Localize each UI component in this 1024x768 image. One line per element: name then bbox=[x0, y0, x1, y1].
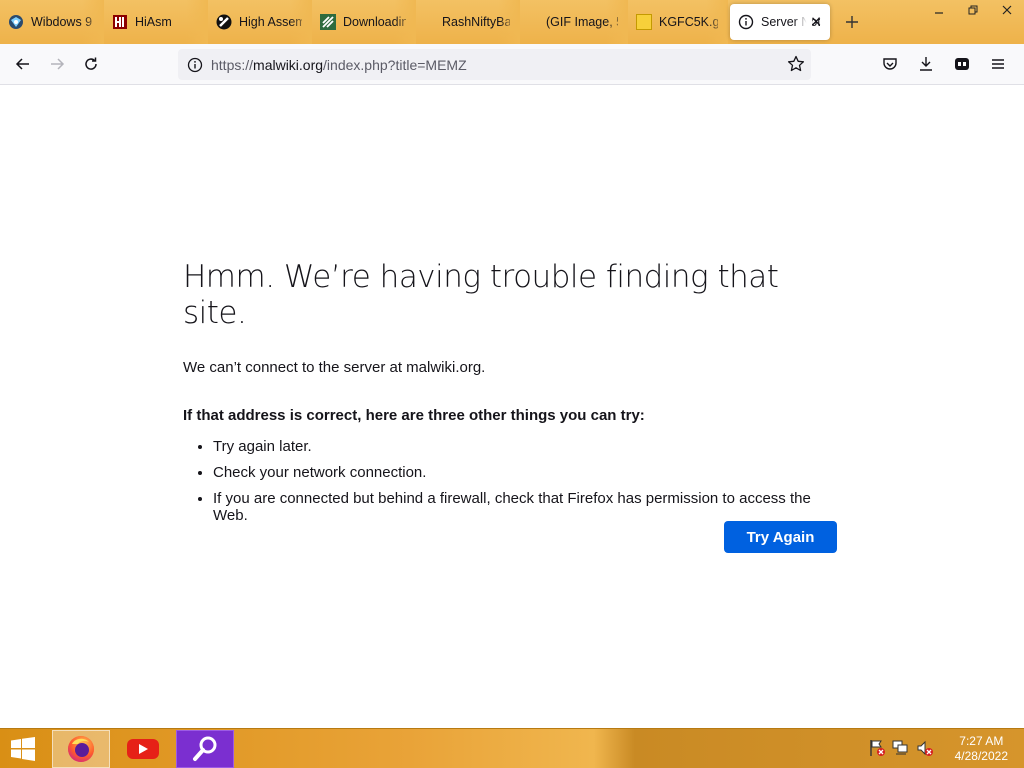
clock-date: 4/28/2022 bbox=[954, 749, 1008, 763]
suggestion-item: If you are connected but behind a firewa… bbox=[213, 490, 843, 524]
system-tray bbox=[868, 739, 934, 757]
forward-arrow-icon bbox=[51, 58, 65, 70]
firefox-icon bbox=[68, 736, 94, 762]
close-window-button[interactable] bbox=[990, 0, 1024, 20]
close-tab-icon[interactable]: ✕ bbox=[810, 14, 822, 31]
magnifier-icon bbox=[193, 736, 217, 761]
hamburger-menu-icon bbox=[992, 59, 1004, 69]
reload-icon bbox=[85, 57, 97, 70]
taskbar-youtube[interactable] bbox=[114, 730, 172, 768]
tab-label: KGFC5K.gif bbox=[659, 15, 718, 29]
forward-button[interactable] bbox=[40, 48, 74, 80]
info-icon bbox=[738, 14, 754, 30]
clock-time: 7:27 AM bbox=[959, 734, 1004, 748]
error-title: Hmm. We’re having trouble finding that s… bbox=[183, 259, 779, 331]
tab-strip: Wibdows 9 HiAsm High Assembly Downloadin… bbox=[0, 0, 1024, 44]
start-button[interactable] bbox=[6, 735, 40, 763]
network-icon[interactable] bbox=[892, 739, 910, 757]
pocket-icon bbox=[883, 58, 897, 70]
url-prefix: https:// bbox=[211, 56, 254, 73]
suggestion-item: Try again later. bbox=[213, 438, 843, 455]
wibdows-favicon bbox=[8, 14, 24, 30]
volume-muted-icon[interactable] bbox=[916, 739, 934, 757]
gif-favicon bbox=[636, 14, 652, 30]
navigation-toolbar: https://malwiki.org/index.php?title=MEMZ bbox=[0, 44, 1024, 85]
high-assembly-favicon bbox=[216, 14, 232, 30]
plus-icon bbox=[846, 16, 858, 28]
tab-label: Wibdows 9 bbox=[31, 15, 93, 29]
url-text[interactable]: https://malwiki.org/index.php?title=MEMZ bbox=[211, 57, 467, 73]
bookmark-star-icon[interactable] bbox=[787, 55, 805, 78]
try-again-button[interactable]: Try Again bbox=[724, 521, 837, 553]
url-host: malwiki.org bbox=[253, 56, 324, 73]
url-bar[interactable]: https://malwiki.org/index.php?title=MEMZ bbox=[178, 49, 811, 80]
taskbar-search-app[interactable] bbox=[176, 730, 234, 768]
tab-gif-image[interactable]: (GIF Image, 540 bbox=[520, 0, 628, 44]
back-button[interactable] bbox=[6, 48, 40, 80]
tab-label: High Assembly bbox=[239, 15, 302, 29]
tab-label: RashNiftyBarasingha bbox=[442, 15, 510, 29]
taskbar-firefox[interactable] bbox=[52, 730, 110, 768]
error-description: We can’t connect to the server at malwik… bbox=[183, 359, 486, 376]
tab-hiasm[interactable]: HiAsm bbox=[104, 0, 208, 44]
downloading-favicon bbox=[320, 14, 336, 30]
taskbar: 7:27 AM 4/28/2022 bbox=[0, 728, 1024, 768]
extension-button[interactable] bbox=[944, 48, 980, 80]
suggestions-heading: If that address is correct, here are thr… bbox=[183, 407, 645, 424]
reload-button[interactable] bbox=[74, 48, 108, 80]
tab-downloading[interactable]: Downloading bbox=[312, 0, 416, 44]
action-center-flag-icon[interactable] bbox=[868, 739, 886, 757]
downloads-button[interactable] bbox=[908, 48, 944, 80]
tab-label: Downloading bbox=[343, 15, 406, 29]
hiasm-favicon bbox=[112, 14, 128, 30]
tab-label: HiAsm bbox=[135, 15, 172, 29]
tab-kgfc5k[interactable]: KGFC5K.gif bbox=[628, 0, 728, 44]
tab-wibdows[interactable]: Wibdows 9 bbox=[0, 0, 104, 44]
suggestion-item: Check your network connection. bbox=[213, 464, 843, 481]
tab-server-not-found[interactable]: Server Not Found ✕ bbox=[730, 4, 830, 40]
pocket-button[interactable] bbox=[872, 48, 908, 80]
system-clock[interactable]: 7:27 AM 4/28/2022 bbox=[955, 734, 1008, 764]
download-icon bbox=[920, 57, 932, 71]
new-tab-button[interactable] bbox=[832, 0, 872, 44]
page-content: Hmm. We’re having trouble finding that s… bbox=[0, 85, 1024, 728]
extension-icon bbox=[955, 58, 969, 70]
minimize-button[interactable] bbox=[922, 0, 956, 20]
toolbar-right bbox=[872, 48, 1016, 80]
back-arrow-icon bbox=[15, 58, 29, 70]
tab-high-assembly[interactable]: High Assembly bbox=[208, 0, 312, 44]
window-controls bbox=[922, 0, 1024, 20]
youtube-icon bbox=[127, 739, 159, 759]
restore-button[interactable] bbox=[956, 0, 990, 20]
tab-label: (GIF Image, 540 bbox=[546, 15, 618, 29]
windows-logo-icon bbox=[11, 737, 35, 761]
tab-rashnifty[interactable]: RashNiftyBarasingha bbox=[416, 0, 520, 44]
app-menu-button[interactable] bbox=[980, 48, 1016, 80]
suggestions-list: Try again later. Check your network conn… bbox=[213, 438, 843, 524]
error-container: Hmm. We’re having trouble finding that s… bbox=[183, 259, 843, 533]
url-path: /index.php?title=MEMZ bbox=[323, 56, 467, 73]
site-info-icon[interactable] bbox=[180, 57, 210, 73]
